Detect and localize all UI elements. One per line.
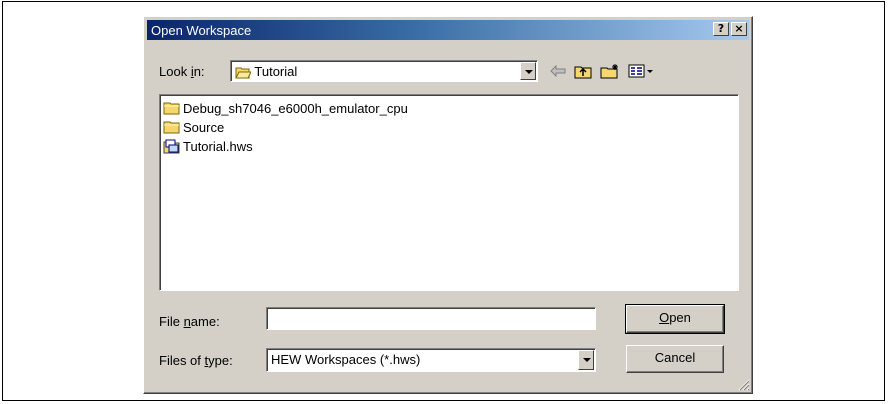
file-type-value: HEW Workspaces (*.hws) (271, 352, 421, 367)
file-name: Source (183, 119, 225, 135)
look-in-value: Tutorial (235, 64, 297, 79)
close-button[interactable]: × (731, 22, 747, 36)
open-button[interactable]: Open (625, 304, 725, 334)
file-list[interactable]: Debug_sh7046_e6000h_emulator_cpu Source … (159, 94, 739, 291)
file-type-label: Files of type: (159, 353, 233, 368)
look-in-value-text: Tutorial (254, 64, 298, 79)
file-type-label-text: Files of (159, 353, 205, 368)
file-name: Debug_sh7046_e6000h_emulator_cpu (183, 100, 408, 116)
file-name-accel: n (183, 314, 191, 329)
open-workspace-dialog: Open Workspace ? × Look in: Tutorial Deb… (143, 16, 753, 394)
open-folder-icon (235, 67, 251, 79)
open-accel: O (659, 310, 670, 325)
open-label: pen (669, 310, 691, 325)
new-folder-icon[interactable] (598, 62, 622, 80)
file-name-input[interactable] (266, 307, 596, 330)
back-arrow-icon[interactable] (548, 62, 568, 80)
file-type-label-end: ype: (208, 353, 233, 368)
up-folder-icon[interactable] (572, 62, 594, 80)
file-type-dropdown-arrow[interactable] (578, 350, 594, 370)
file-name-label-end: ame: (190, 314, 220, 329)
list-item[interactable]: Debug_sh7046_e6000h_emulator_cpu (163, 99, 408, 117)
file-name-label-text: File (159, 314, 184, 329)
file-name-label: File name: (159, 314, 220, 329)
look-in-dropdown-arrow[interactable] (520, 62, 536, 80)
look-in-combo[interactable]: Tutorial (230, 60, 538, 82)
file-type-combo[interactable]: HEW Workspaces (*.hws) (266, 348, 596, 372)
title-bar[interactable]: Open Workspace ? × (147, 20, 749, 40)
cancel-button[interactable]: Cancel (626, 345, 724, 373)
dialog-title: Open Workspace (151, 23, 252, 38)
help-button[interactable]: ? (713, 22, 729, 36)
resize-grip-icon[interactable] (738, 379, 750, 391)
folder-icon (163, 102, 180, 115)
look-in-label-text: Look (159, 64, 191, 79)
look-in-label: Look in: (159, 64, 205, 79)
look-in-label-end: n: (193, 64, 205, 79)
workspace-file-icon (163, 139, 180, 153)
file-name: Tutorial.hws (183, 138, 253, 154)
list-item[interactable]: Source (163, 118, 224, 136)
list-item[interactable]: Tutorial.hws (163, 137, 253, 155)
view-menu-icon[interactable] (626, 62, 656, 80)
folder-icon (163, 121, 180, 134)
